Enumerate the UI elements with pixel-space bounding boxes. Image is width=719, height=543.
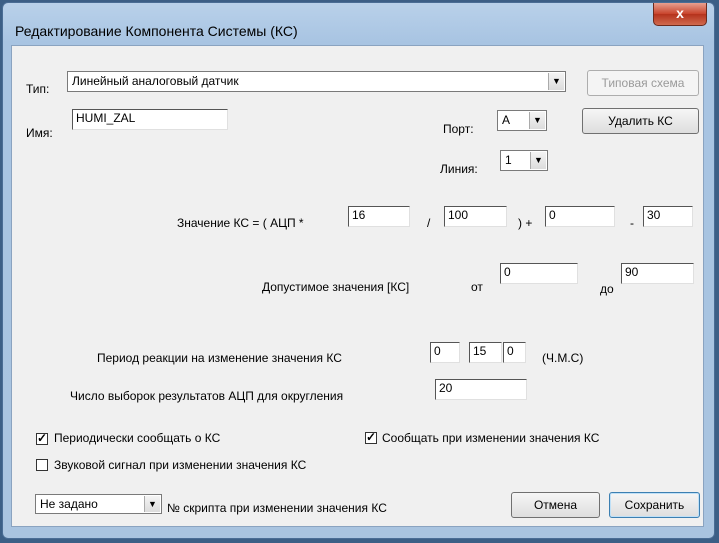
period-minutes-input[interactable]: 15 [469, 342, 502, 363]
type-select[interactable]: Линейный аналоговый датчик ▼ [67, 71, 566, 92]
formula-label: Значение КС = ( АЦП * [177, 216, 304, 230]
line-value: 1 [505, 153, 512, 167]
period-seconds-input[interactable]: 0 [503, 342, 526, 363]
cancel-button[interactable]: Отмена [511, 492, 600, 518]
chevron-down-icon[interactable]: ▼ [530, 152, 546, 169]
sub-input[interactable]: 30 [643, 206, 693, 227]
div-sign: / [427, 216, 431, 230]
chevron-down-icon[interactable]: ▼ [548, 73, 564, 90]
periodic-label: Периодически сообщать о КС [54, 431, 221, 445]
range-to-label: до [600, 282, 614, 296]
typical-scheme-button[interactable]: Типовая схема [587, 70, 699, 96]
range-to-input[interactable]: 90 [621, 263, 694, 284]
type-value: Линейный аналоговый датчик [72, 74, 239, 88]
on-change-label: Сообщать при изменении значения КС [382, 431, 600, 445]
periodic-checkbox[interactable]: ✓ [36, 432, 48, 445]
samples-label: Число выборок результатов АЦП для округл… [70, 389, 344, 403]
script-label: № скрипта при изменении значения КС [167, 501, 387, 515]
range-from-input[interactable]: 0 [500, 263, 578, 284]
minus-sign: - [630, 216, 634, 230]
close-button[interactable]: x [653, 3, 707, 26]
port-label: Порт: [443, 122, 474, 136]
port-select[interactable]: A ▼ [497, 110, 547, 131]
window-title: Редактирование Компонента Системы (КС) [15, 23, 298, 39]
chevron-down-icon[interactable]: ▼ [529, 112, 545, 129]
type-label: Тип: [26, 82, 50, 96]
plus-sign: ) + [518, 216, 533, 230]
chevron-down-icon[interactable]: ▼ [144, 496, 160, 512]
add-input[interactable]: 0 [545, 206, 615, 227]
sound-checkbox[interactable] [36, 459, 48, 471]
period-unit: (Ч.М.С) [542, 351, 584, 365]
dialog-window: Редактирование Компонента Системы (КС) x… [2, 2, 715, 539]
name-label: Имя: [26, 126, 53, 140]
dialog-body: Тип: Линейный аналоговый датчик ▼ Типова… [11, 45, 704, 527]
period-hours-input[interactable]: 0 [430, 342, 460, 363]
samples-input[interactable]: 20 [435, 379, 527, 400]
div-input[interactable]: 100 [444, 206, 507, 227]
period-label: Период реакции на изменение значения КС [97, 351, 342, 365]
line-label: Линия: [440, 162, 478, 176]
script-value: Не задано [40, 497, 98, 511]
delete-button[interactable]: Удалить КС [582, 108, 699, 134]
sound-label: Звуковой сигнал при изменении значения К… [54, 458, 307, 472]
range-label: Допустимое значения [КС] [262, 280, 410, 294]
script-select[interactable]: Не задано ▼ [35, 494, 162, 514]
line-select[interactable]: 1 ▼ [500, 150, 548, 171]
save-button[interactable]: Сохранить [609, 492, 700, 518]
port-value: A [502, 113, 511, 127]
on-change-checkbox[interactable]: ✓ [365, 431, 377, 444]
title-bar[interactable]: Редактирование Компонента Системы (КС) x [3, 3, 714, 43]
name-input[interactable]: HUMI_ZAL [72, 109, 228, 130]
mult-input[interactable]: 16 [348, 206, 410, 227]
range-from-label: от [471, 280, 483, 294]
